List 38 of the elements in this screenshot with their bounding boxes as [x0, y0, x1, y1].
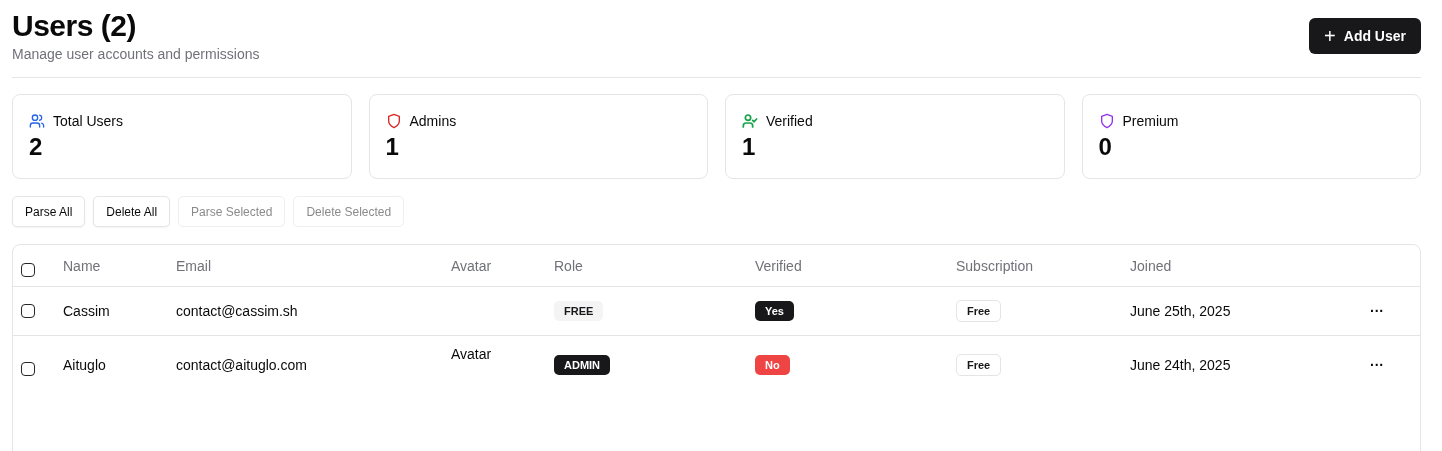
- subscription-badge: Free: [956, 300, 1002, 322]
- add-user-button[interactable]: + Add User: [1309, 18, 1421, 54]
- name-cell: Aituglo: [63, 356, 106, 373]
- subscription-badge: Free: [956, 353, 1002, 376]
- role-badge: ADMIN: [554, 354, 611, 375]
- verified-badge: Yes: [755, 301, 794, 321]
- stat-label: Total Users: [53, 113, 124, 129]
- column-header: Role: [554, 257, 583, 274]
- email-cell: contact@cassim.sh: [176, 303, 298, 319]
- verified-badge: No: [755, 354, 790, 375]
- stat-label: Premium: [1122, 113, 1179, 129]
- stat-value: 2: [29, 133, 43, 161]
- column-header: Avatar: [451, 257, 492, 274]
- action-button[interactable]: Parse All: [12, 196, 86, 227]
- column-header: Subscription: [956, 257, 1034, 274]
- row-menu-button[interactable]: ···: [1368, 356, 1386, 373]
- row-menu-button[interactable]: ···: [1368, 303, 1386, 319]
- column-header: Verified: [755, 257, 802, 274]
- joined-date: June 24th, 2025: [1130, 356, 1231, 373]
- joined-date: June 25th, 2025: [1130, 303, 1231, 319]
- role-badge: FREE: [554, 301, 604, 321]
- email-cell: contact@aituglo.com: [176, 356, 307, 373]
- checkbox[interactable]: [21, 262, 35, 277]
- stat-label: Admins: [409, 113, 457, 129]
- stat-label: Verified: [766, 113, 813, 129]
- name-cell: Cassim: [63, 303, 110, 319]
- checkbox[interactable]: [21, 304, 35, 318]
- checkbox[interactable]: [21, 361, 35, 376]
- column-header: Name: [63, 257, 101, 274]
- column-header: Email: [176, 257, 211, 274]
- column-header: Joined: [1130, 257, 1172, 274]
- page-subtitle: Manage user accounts and permissions: [12, 46, 260, 62]
- action-button[interactable]: Delete All: [93, 196, 171, 227]
- stat-value: 1: [742, 133, 756, 161]
- page-title: Users (2): [12, 10, 137, 42]
- avatar-alt-text: Avatar: [451, 346, 492, 362]
- stat-value: 0: [1098, 133, 1112, 161]
- stat-value: 1: [385, 133, 399, 161]
